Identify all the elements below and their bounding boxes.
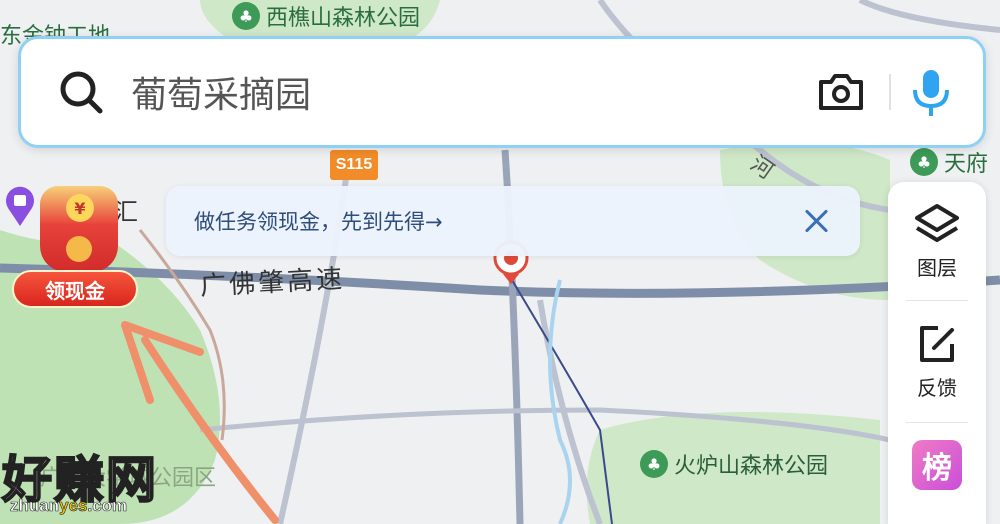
- get-cash-button[interactable]: 领现金: [12, 270, 138, 308]
- poi-park-top-label: 西樵山森林公园: [266, 6, 421, 31]
- search-divider: [889, 74, 891, 110]
- ranking-button[interactable]: 榜: [888, 440, 986, 490]
- coin-icon: ¥: [66, 194, 94, 222]
- side-divider: [906, 422, 968, 423]
- search-bar[interactable]: 葡萄采摘园: [18, 36, 986, 148]
- poi-park-bottom[interactable]: ♣ 火炉山森林公园: [640, 448, 828, 480]
- tree-icon: ♣: [910, 148, 938, 176]
- ranking-label: 榜: [922, 451, 952, 486]
- highway-badge: S115: [330, 150, 378, 180]
- layers-label: 图层: [917, 256, 957, 280]
- poi-park-top[interactable]: ♣ 西樵山森林公园: [232, 0, 420, 32]
- close-icon[interactable]: [804, 208, 830, 234]
- search-input[interactable]: 葡萄采摘园: [131, 66, 815, 118]
- watermark-logo: 好赚网 zhuanyes.com: [1, 440, 202, 524]
- task-banner-text[interactable]: 做任务领现金，先到先得→: [194, 206, 804, 236]
- feedback-label: 反馈: [917, 376, 957, 400]
- watermark-url: zhuanyes.com: [10, 496, 128, 516]
- tree-icon: ♣: [640, 450, 668, 478]
- feedback-icon: [920, 326, 954, 362]
- watermark-url-prefix: zhuan: [10, 496, 60, 516]
- mic-icon[interactable]: [909, 66, 953, 118]
- side-divider: [906, 300, 968, 301]
- watermark-url-suffix: .com: [87, 496, 128, 516]
- poi-park-bottom-label: 火炉山森林公园: [674, 454, 829, 479]
- search-icon[interactable]: [59, 70, 103, 114]
- poi-right[interactable]: ♣ 天府: [910, 146, 988, 178]
- red-envelope-icon[interactable]: ¥: [40, 186, 118, 272]
- tree-icon: ♣: [232, 2, 260, 30]
- map-side-panel: 图层 反馈 榜: [888, 182, 986, 524]
- layers-icon: [915, 204, 959, 242]
- map-label-expressway: 广佛肇高速: [199, 264, 346, 302]
- layers-button[interactable]: 图层: [888, 202, 986, 281]
- coin-icon: [66, 236, 92, 262]
- watermark-url-highlight: yes: [59, 496, 88, 516]
- ranking-icon: 榜: [912, 440, 962, 490]
- cash-widget[interactable]: ¥ 领现金: [10, 186, 140, 312]
- camera-icon[interactable]: [815, 66, 867, 118]
- poi-right-label: 天府: [944, 152, 989, 177]
- task-banner[interactable]: 做任务领现金，先到先得→: [166, 186, 860, 256]
- feedback-button[interactable]: 反馈: [888, 322, 986, 401]
